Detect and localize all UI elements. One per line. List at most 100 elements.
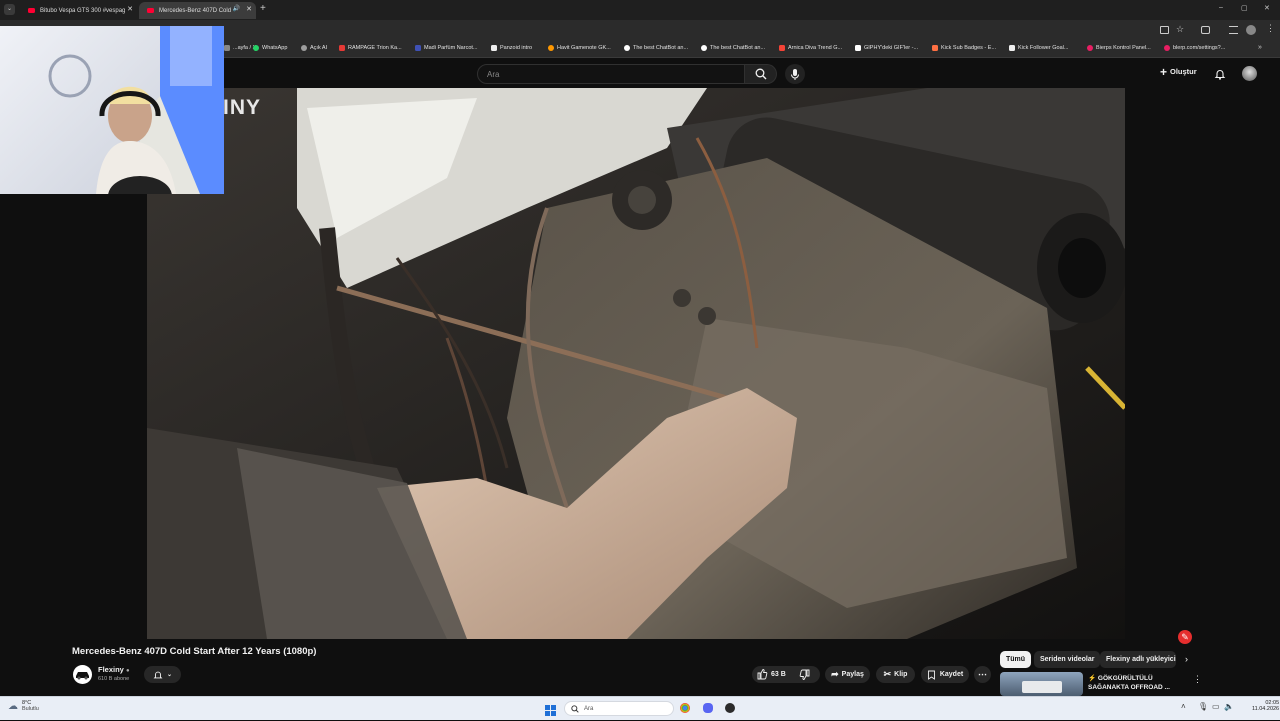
notifications-button[interactable] <box>1214 67 1226 85</box>
share-button[interactable]: ➦ Paylaş <box>825 666 870 683</box>
bookmark-item[interactable]: ...ayfa / X <box>224 45 256 51</box>
tab-label: Bitubo Vespa GTS 300 #vespag <box>40 7 126 14</box>
bookmark-item[interactable]: The best ChatBot an... <box>624 45 688 51</box>
truck-shape <box>1022 681 1062 693</box>
clip-button[interactable]: ✂ Klip <box>876 666 915 683</box>
new-tab-button[interactable]: + <box>260 3 266 14</box>
menu-icon[interactable]: ⋮ <box>1266 23 1275 34</box>
create-label: Oluştur <box>1170 67 1197 76</box>
network-icon[interactable]: ▭ <box>1212 702 1220 711</box>
search-button[interactable] <box>745 64 777 84</box>
bookmark-item[interactable]: Açık AI <box>301 45 327 51</box>
minimize-button[interactable]: – <box>1219 4 1223 11</box>
tray-chevron-icon[interactable]: ˄ <box>1181 702 1186 711</box>
chip-all[interactable]: Tümü <box>1000 651 1032 668</box>
maximize-button[interactable]: ▢ <box>1241 4 1248 12</box>
bookmark-icon <box>339 45 345 51</box>
channel-avatar[interactable] <box>73 665 92 684</box>
video-title: Mercedes-Benz 407D Cold Start After 12 Y… <box>72 646 317 657</box>
volume-icon[interactable]: 🔈 <box>1224 702 1234 711</box>
scissors-icon: ✂ <box>883 669 892 679</box>
extensions-icon[interactable] <box>1201 26 1210 34</box>
tab-search-dropdown[interactable]: ⌄ <box>4 4 15 15</box>
cloud-icon: ☁ <box>8 700 18 712</box>
bookmark-icon <box>491 45 497 51</box>
chatgpt-icon <box>701 45 707 51</box>
voice-search-button[interactable] <box>785 64 805 84</box>
taskbar-search[interactable]: Ara <box>564 701 674 716</box>
bookmark-item[interactable]: Kick Follower Goal... <box>1009 45 1068 51</box>
tab-label: Mercedes-Benz 407D Cold <box>159 7 232 14</box>
weather-widget[interactable]: ☁ 8°C Bulutlu <box>8 700 39 712</box>
thumbs-down-icon <box>799 669 810 680</box>
bookmark-item[interactable]: WhatsApp <box>253 45 287 51</box>
car-icon <box>76 672 89 680</box>
avatar[interactable] <box>1242 66 1257 81</box>
webcam-overlay <box>0 26 224 194</box>
install-icon[interactable] <box>1160 26 1169 34</box>
more-actions-button[interactable]: ⋯ <box>974 666 991 683</box>
chatgpt-icon <box>624 45 630 51</box>
microphone-tray-icon[interactable]: 🎙 <box>1198 702 1208 711</box>
next-video-menu-icon[interactable]: ⋮ <box>1193 674 1202 685</box>
bookmark-item[interactable]: RAMPAGE Trion Ka... <box>339 45 402 51</box>
youtube-icon <box>28 8 35 13</box>
bookmark-icon <box>1164 45 1170 51</box>
search-icon <box>571 704 579 713</box>
bookmark-item[interactable]: Havit Gamenote GK... <box>548 45 611 51</box>
bookmark-item[interactable]: Madi Parfüm Narcot... <box>415 45 478 51</box>
video-player[interactable]: INY <box>147 88 1125 639</box>
more-bookmarks-icon[interactable]: » <box>1258 44 1262 51</box>
share-icon: ➦ <box>831 669 839 679</box>
channel-name[interactable]: Flexiny ● <box>98 665 130 674</box>
bookmark-item[interactable]: The best ChatBot an... <box>701 45 765 51</box>
bookmark-item[interactable]: Panzoid intro <box>491 45 532 51</box>
bookmark-item[interactable]: blerp.com/settings?... <box>1164 45 1225 51</box>
bookmark-item[interactable]: Kick Sub Badges - E... <box>932 45 996 51</box>
save-label: Kaydet <box>939 671 964 678</box>
subscribe-bell-button[interactable]: ⌄ <box>144 666 181 683</box>
weather-description: Bulutlu <box>22 706 39 712</box>
bookmark-item[interactable]: Arnica Diva Trend G... <box>779 45 842 51</box>
close-tab-icon[interactable]: ✕ <box>246 5 252 13</box>
whatsapp-icon <box>253 45 259 51</box>
reading-list-icon[interactable] <box>1229 26 1238 34</box>
chip-uploader[interactable]: Flexiny adlı yükleyici <box>1100 651 1176 668</box>
like-count: 63 B <box>771 670 786 678</box>
bookmark-icon <box>927 670 935 680</box>
discord-taskbar-icon[interactable] <box>703 703 713 713</box>
profile-icon[interactable] <box>1246 25 1256 35</box>
thumbs-up-icon <box>757 669 768 680</box>
next-video-title-line2[interactable]: SAĞANAKTA OFFROAD ... <box>1088 684 1170 691</box>
save-button[interactable]: Kaydet <box>921 666 969 683</box>
bookmark-item[interactable]: GIPHY'deki GIF'ler -... <box>855 45 918 51</box>
bell-icon <box>1214 70 1226 80</box>
chevron-down-icon: ⌄ <box>166 672 173 678</box>
windows-logo-icon <box>545 705 556 716</box>
search-input[interactable]: Ara <box>477 64 745 84</box>
browser-tab-bar: ⌄ Bitubo Vespa GTS 300 #vespag ✕ Mercede… <box>0 0 1280 20</box>
next-video-thumbnail[interactable] <box>1000 672 1083 696</box>
bookmark-icon <box>224 45 230 51</box>
like-button[interactable]: 63 B <box>756 668 786 680</box>
bookmark-icon <box>1087 45 1093 51</box>
bookmark-icon <box>779 45 785 51</box>
next-video-title-line1[interactable]: ⚡ GÖKGÜRÜLTÜLÜ <box>1088 674 1153 682</box>
start-button[interactable] <box>545 703 556 716</box>
chevron-right-icon[interactable]: › <box>1185 654 1188 664</box>
verified-icon: ● <box>125 668 130 674</box>
bookmark-star-icon[interactable]: ☆ <box>1176 24 1184 35</box>
bookmark-item[interactable]: Bierps Kontrol Panel... <box>1087 45 1151 51</box>
speaker-icon[interactable]: 🔊 <box>233 5 240 12</box>
close-tab-icon[interactable]: ✕ <box>127 5 133 13</box>
close-window-button[interactable]: ✕ <box>1264 4 1270 12</box>
app-taskbar-icon[interactable] <box>725 703 735 713</box>
create-button[interactable]: + Oluştur <box>1160 66 1197 78</box>
tab-mercedes[interactable]: Mercedes-Benz 407D Cold 🔊 ✕ <box>139 2 256 19</box>
clock[interactable]: 02:05 11.04.2026 <box>1252 700 1279 712</box>
dislike-button[interactable] <box>799 668 811 686</box>
bookmark-icon <box>932 45 938 51</box>
chip-series[interactable]: Seriden videolar <box>1034 651 1101 668</box>
tab-vespa[interactable]: Bitubo Vespa GTS 300 #vespag ✕ <box>20 2 137 19</box>
chrome-taskbar-icon[interactable] <box>680 703 690 713</box>
